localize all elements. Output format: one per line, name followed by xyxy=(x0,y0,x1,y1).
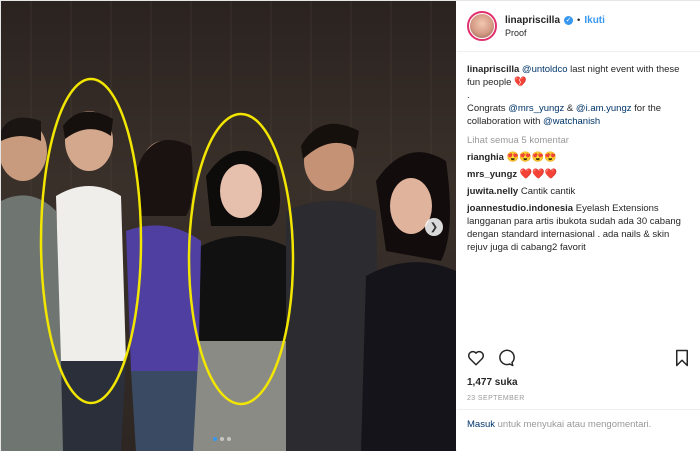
username-link[interactable]: linapriscilla xyxy=(505,15,560,26)
comment-username[interactable]: mrs_yungz xyxy=(467,169,517,180)
location-link[interactable]: Proof xyxy=(505,28,605,38)
view-all-comments-link[interactable]: Lihat semua 5 komentar xyxy=(467,134,691,147)
comment-item: mrs_yungz ❤️❤️❤️ xyxy=(467,169,558,180)
party-photo-illustration xyxy=(1,1,456,451)
comments-section: linapriscilla @untoldco last night event… xyxy=(467,63,691,258)
bookmark-icon[interactable] xyxy=(673,349,691,367)
mention-link[interactable]: @i.am.yungz xyxy=(576,103,632,114)
post-date: 23 SEPTEMBER xyxy=(467,395,525,402)
like-count[interactable]: 1,477 suka xyxy=(467,377,518,388)
broken-heart-emoji: 💔 xyxy=(514,77,527,88)
carousel-dot xyxy=(220,437,224,441)
comment-item: juwita.nelly Cantik cantik xyxy=(467,186,576,197)
verified-icon: ✓ xyxy=(564,15,574,25)
chevron-right-icon[interactable]: ❯ xyxy=(425,218,443,236)
login-prompt: Masuk untuk menyukai atau mengomentari. xyxy=(457,409,700,439)
comment-username[interactable]: juwita.nelly xyxy=(467,186,518,197)
caption: linapriscilla @untoldco last night event… xyxy=(467,64,680,127)
mention-link[interactable]: @watchanish xyxy=(543,116,600,127)
avatar[interactable] xyxy=(467,11,497,41)
post-photo[interactable]: ❯ xyxy=(1,1,456,451)
mention-link[interactable]: @untoldco xyxy=(522,64,568,75)
carousel-dots xyxy=(213,437,231,441)
follow-button[interactable]: Ikuti xyxy=(584,15,605,26)
post-header: linapriscilla ✓ • Ikuti Proof xyxy=(457,1,700,52)
carousel-dot xyxy=(213,437,217,441)
comment-icon[interactable] xyxy=(497,349,515,367)
comment-username[interactable]: joannestudio.indonesia xyxy=(467,203,573,214)
login-link[interactable]: Masuk xyxy=(467,419,495,430)
instagram-post: ❯ linapriscilla ✓ • Ikuti Proof linapris… xyxy=(0,0,700,451)
heart-icon[interactable] xyxy=(467,349,485,367)
carousel-dot xyxy=(227,437,231,441)
caption-username[interactable]: linapriscilla xyxy=(467,64,519,75)
comment-username[interactable]: rianghia xyxy=(467,152,504,163)
mention-link[interactable]: @mrs_yungz xyxy=(508,103,564,114)
action-bar xyxy=(467,349,515,367)
comment-item: joannestudio.indonesia Eyelash Extension… xyxy=(467,203,681,253)
post-sidebar: linapriscilla ✓ • Ikuti Proof linaprisci… xyxy=(457,1,700,451)
comment-item: rianghia 😍😍😍😍 xyxy=(467,152,557,163)
